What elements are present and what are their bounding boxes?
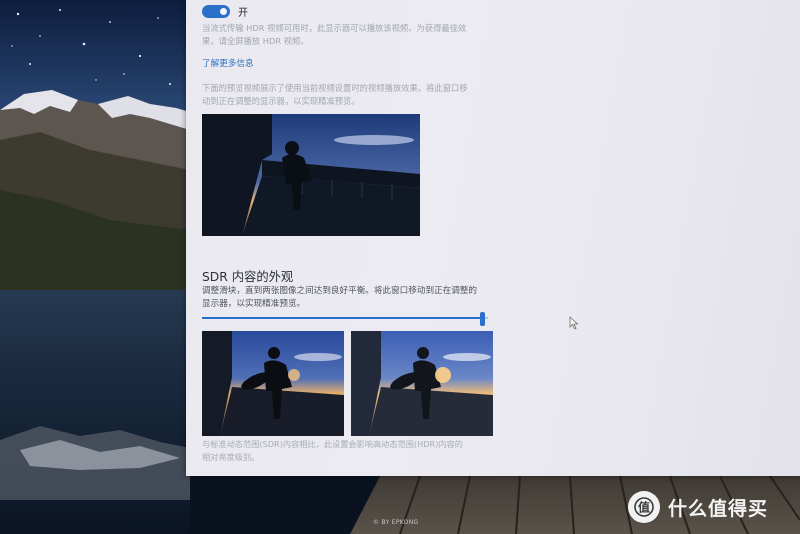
hdr-settings-window: 开 当流式传输 HDR 视频可用时，此显示器可以播放该视频。为获得最佳效 果，请… — [186, 0, 800, 476]
sdr-setting-footnote: 与标准动态范围(SDR)内容相比，此设置会影响高动态范围(HDR)内容的 相对亮… — [202, 439, 463, 462]
sdr-brightness-slider[interactable] — [202, 310, 492, 328]
sdr-slider-description: 调整滑块，直到两张图像之间达到良好平衡。将此窗口移动到正在调整的 显示器，以实现… — [202, 286, 478, 309]
hdr-comparison-image — [351, 331, 493, 436]
toggle-knob — [220, 8, 227, 15]
slider-fill — [202, 317, 483, 319]
hdr-preview-video — [202, 114, 420, 236]
slider-thumb[interactable] — [480, 312, 486, 326]
toggle-state-label: 开 — [238, 8, 248, 19]
svg-text:值: 值 — [638, 500, 650, 515]
preview-video-description: 下面的预览视频展示了使用当前视频设置时的视频播放效果。将此窗口移 动到正在调整的… — [202, 83, 468, 106]
smzdm-logo-icon: 值 — [628, 491, 660, 523]
site-watermark: 值 什么值得买 — [628, 490, 768, 524]
hdr-streaming-description: 当流式传输 HDR 视频可用时，此显示器可以播放该视频。为获得最佳效 果，请全屏… — [202, 23, 467, 46]
learn-more-link[interactable]: 了解更多信息 — [202, 57, 254, 69]
mouse-cursor-icon — [569, 316, 579, 330]
hdr-video-toggle[interactable] — [202, 5, 230, 18]
watermark-text: 什么值得买 — [668, 497, 769, 520]
sdr-section-title: SDR 内容的外观 — [202, 270, 294, 284]
photo-credit: © BY EPKONG — [373, 519, 419, 526]
sdr-comparison-image — [202, 331, 344, 436]
